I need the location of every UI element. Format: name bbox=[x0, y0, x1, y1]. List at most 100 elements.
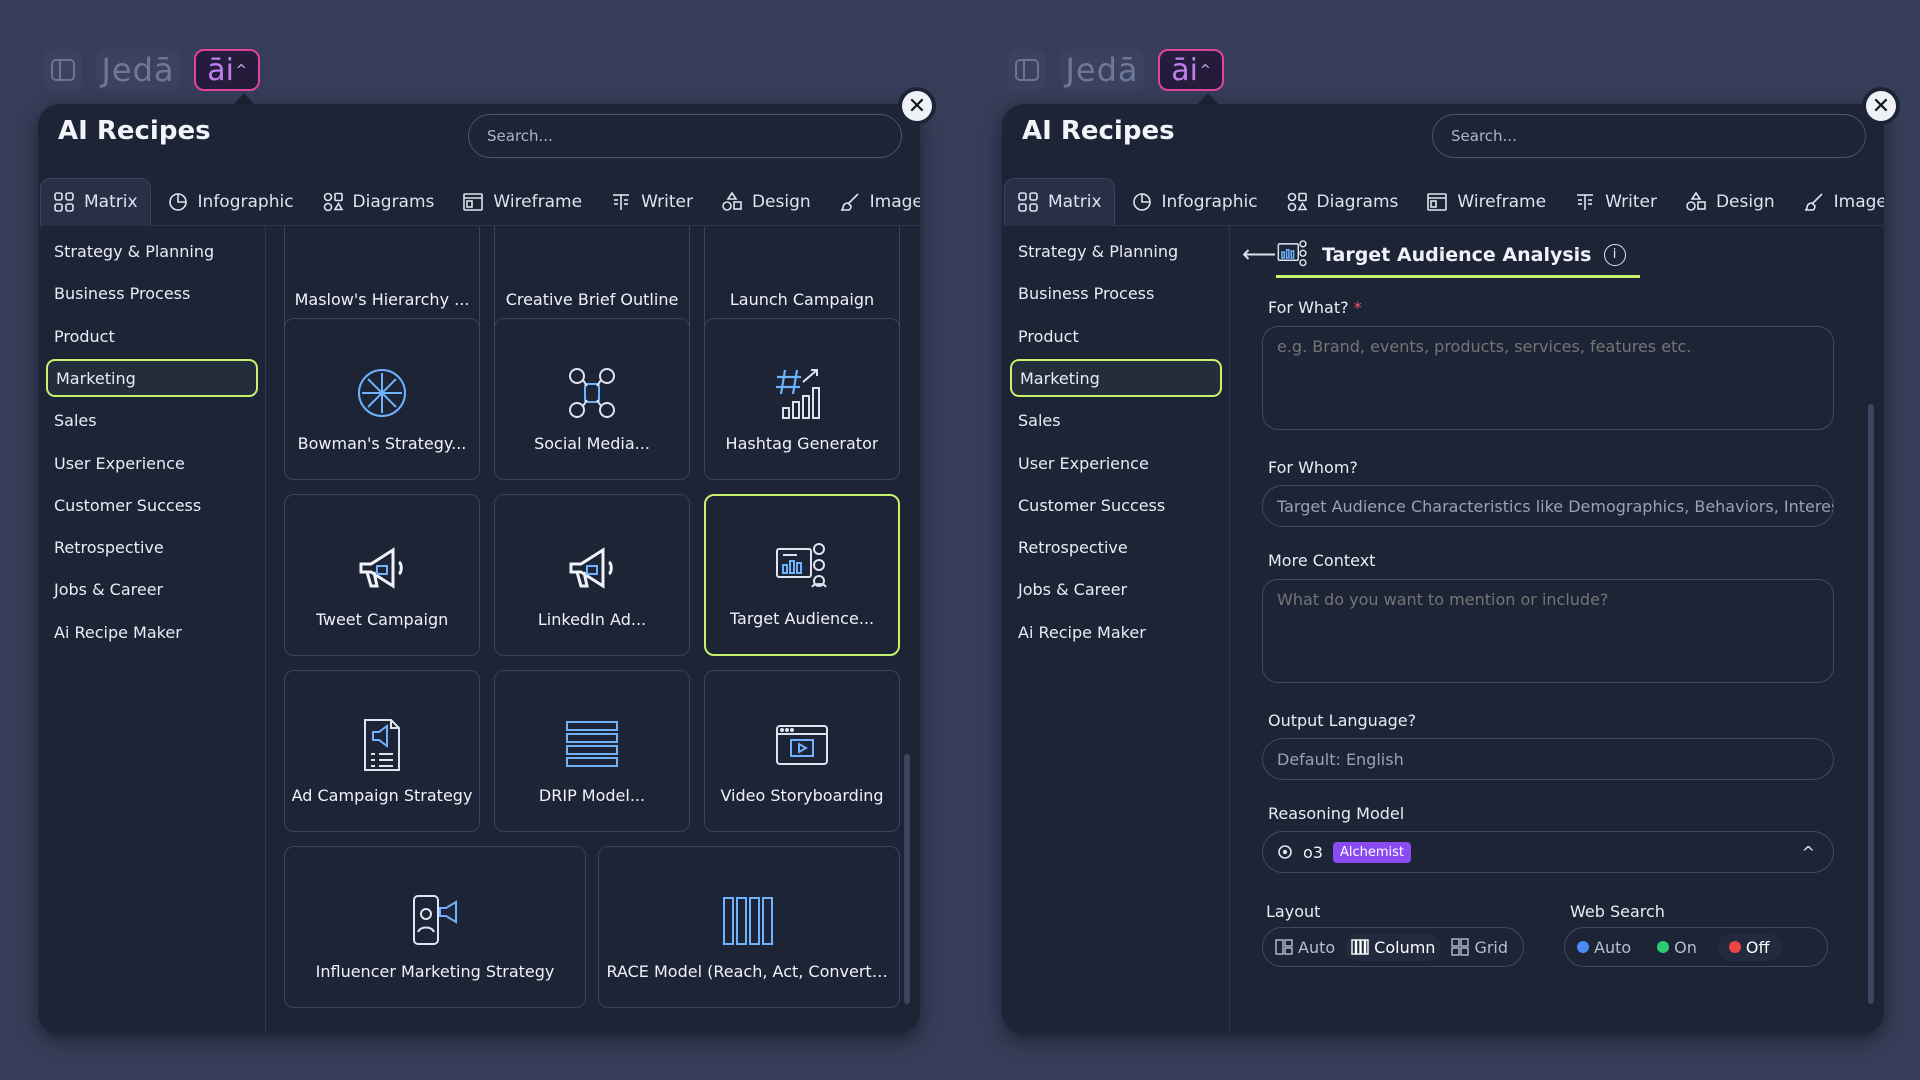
scrollbar[interactable] bbox=[1868, 404, 1874, 1004]
jeda-logo[interactable]: Jedā bbox=[96, 49, 180, 91]
popover-pointer bbox=[1198, 93, 1218, 104]
sidebar-item-strategy-planning[interactable]: Strategy & Planning bbox=[46, 232, 258, 270]
web-search-option-on[interactable]: On bbox=[1651, 934, 1703, 961]
tab-wireframe[interactable]: Wireframe bbox=[1414, 178, 1558, 226]
for-what-field[interactable] bbox=[1262, 326, 1834, 430]
sidebar-item-ai-recipe-maker[interactable]: Ai Recipe Maker bbox=[1010, 613, 1222, 651]
recipe-card[interactable]: Bowman's Strategy... bbox=[284, 318, 480, 480]
category-tabs: Matrix Infographic Diagrams Wireframe Wr… bbox=[40, 177, 920, 226]
option-label: Off bbox=[1745, 937, 1770, 957]
wireframe-icon bbox=[463, 192, 484, 211]
close-icon[interactable]: ✕ bbox=[902, 91, 932, 121]
sidebar-item-product[interactable]: Product bbox=[46, 317, 258, 355]
back-arrow-icon[interactable]: ⟵ bbox=[1242, 240, 1276, 268]
scrollbar[interactable] bbox=[904, 754, 910, 1004]
recipe-label: Ad Campaign Strategy bbox=[291, 786, 473, 805]
recipe-label: Launch Campaign bbox=[729, 290, 875, 309]
tab-matrix[interactable]: Matrix bbox=[1004, 177, 1115, 226]
recipe-label: Influencer Marketing Strategy bbox=[315, 962, 555, 981]
audience-chart-icon bbox=[1277, 239, 1307, 266]
sidebar-toggle-icon[interactable] bbox=[1008, 49, 1046, 91]
tab-image[interactable]: Image bbox=[827, 178, 920, 226]
sidebar-item-retrospective[interactable]: Retrospective bbox=[1010, 528, 1222, 566]
recipe-card[interactable]: LinkedIn Ad... bbox=[494, 494, 690, 656]
reasoning-model-select[interactable]: o3 Alchemist ^ bbox=[1262, 831, 1834, 873]
recipe-card[interactable]: RACE Model (Reach, Act, Convert,... bbox=[598, 846, 900, 1008]
tab-design[interactable]: Design bbox=[709, 178, 823, 226]
sidebar-item-customer-success[interactable]: Customer Success bbox=[46, 486, 258, 524]
recipe-label: LinkedIn Ad... bbox=[537, 610, 647, 629]
tab-diagrams[interactable]: Diagrams bbox=[1274, 178, 1411, 226]
layout-option-auto[interactable]: Auto bbox=[1269, 934, 1341, 961]
recipe-card[interactable]: Hashtag Generator bbox=[704, 318, 900, 480]
ai-recipes-panel-right: AI Recipes Matrix Infographic Diagrams W… bbox=[1002, 104, 1884, 1034]
tab-matrix[interactable]: Matrix bbox=[40, 177, 151, 226]
ai-menu-button[interactable]: āi ^ bbox=[194, 49, 260, 91]
sidebar-item-sales[interactable]: Sales bbox=[46, 401, 258, 439]
audience-chart-icon bbox=[776, 543, 827, 588]
tab-label: Infographic bbox=[1161, 191, 1258, 212]
tab-infographic[interactable]: Infographic bbox=[1119, 178, 1270, 226]
info-icon[interactable]: i bbox=[1603, 243, 1626, 266]
recipe-card[interactable]: Ad Campaign Strategy bbox=[284, 670, 480, 832]
jeda-logo[interactable]: Jedā bbox=[1060, 49, 1144, 91]
recipe-card[interactable]: Tweet Campaign bbox=[284, 494, 480, 656]
columns-icon bbox=[723, 897, 773, 945]
search-input[interactable] bbox=[468, 114, 902, 158]
category-sidebar: Strategy & Planning Business Process Pro… bbox=[1002, 226, 1230, 1034]
grid-icon bbox=[1018, 192, 1038, 212]
design-shapes-icon bbox=[722, 191, 742, 211]
sidebar-item-user-experience[interactable]: User Experience bbox=[1010, 444, 1222, 482]
sidebar-item-sales[interactable]: Sales bbox=[1010, 401, 1222, 439]
recipe-card[interactable]: DRIP Model... bbox=[494, 670, 690, 832]
tab-label: Infographic bbox=[197, 191, 294, 212]
recipe-card[interactable]: Video Storyboarding bbox=[704, 670, 900, 832]
ai-menu-button[interactable]: āi ^ bbox=[1158, 49, 1224, 91]
web-search-option-auto[interactable]: Auto bbox=[1571, 934, 1637, 961]
panel-title: AI Recipes bbox=[1022, 116, 1175, 146]
recipe-card-selected[interactable]: Target Audience... bbox=[704, 494, 900, 656]
tab-writer[interactable]: Writer bbox=[598, 178, 705, 226]
option-label: Auto bbox=[1298, 937, 1336, 957]
recipe-card[interactable]: Social Media... bbox=[494, 318, 690, 480]
sidebar-item-jobs-career[interactable]: Jobs & Career bbox=[1010, 570, 1222, 608]
sidebar-item-ai-recipe-maker[interactable]: Ai Recipe Maker bbox=[46, 613, 258, 651]
tab-label: Diagrams bbox=[352, 191, 435, 212]
tab-diagrams[interactable]: Diagrams bbox=[310, 178, 447, 226]
tab-infographic[interactable]: Infographic bbox=[155, 178, 306, 226]
search-input[interactable] bbox=[1432, 114, 1866, 158]
sidebar-item-marketing[interactable]: Marketing bbox=[46, 359, 258, 397]
sidebar-item-business-process[interactable]: Business Process bbox=[46, 274, 258, 312]
tab-label: Design bbox=[751, 191, 811, 212]
sidebar-item-product[interactable]: Product bbox=[1010, 317, 1222, 355]
tab-image[interactable]: Image bbox=[1791, 178, 1884, 226]
sidebar-toggle-icon[interactable] bbox=[44, 49, 82, 91]
ai-label: āi bbox=[207, 52, 234, 88]
sidebar-item-strategy-planning[interactable]: Strategy & Planning bbox=[1010, 232, 1222, 270]
right-toolbar: Jedā āi ^ bbox=[1008, 48, 1224, 92]
recipe-label: Tweet Campaign bbox=[315, 610, 449, 629]
tab-label: Image bbox=[869, 191, 920, 212]
influencer-icon bbox=[413, 895, 457, 945]
sidebar-item-retrospective[interactable]: Retrospective bbox=[46, 528, 258, 566]
category-sidebar: Strategy & Planning Business Process Pro… bbox=[38, 226, 266, 1034]
sidebar-item-business-process[interactable]: Business Process bbox=[1010, 274, 1222, 312]
output-language-field[interactable]: Default: English bbox=[1262, 738, 1834, 780]
model-name: o3 bbox=[1303, 842, 1323, 862]
close-icon[interactable]: ✕ bbox=[1866, 91, 1896, 121]
sidebar-item-user-experience[interactable]: User Experience bbox=[46, 444, 258, 482]
more-context-field[interactable] bbox=[1262, 579, 1834, 683]
tab-writer[interactable]: Writer bbox=[1562, 178, 1669, 226]
checklist-icon bbox=[364, 719, 400, 771]
sidebar-item-marketing[interactable]: Marketing bbox=[1010, 359, 1222, 397]
recipe-card[interactable]: Influencer Marketing Strategy bbox=[284, 846, 586, 1008]
tab-label: Diagrams bbox=[1316, 191, 1399, 212]
for-whom-field[interactable]: Target Audience Characteristics like Dem… bbox=[1262, 485, 1834, 527]
sidebar-item-jobs-career[interactable]: Jobs & Career bbox=[46, 570, 258, 608]
tab-wireframe[interactable]: Wireframe bbox=[450, 178, 594, 226]
web-search-option-off[interactable]: Off bbox=[1716, 933, 1782, 961]
layout-option-column[interactable]: Column bbox=[1345, 933, 1442, 961]
sidebar-item-customer-success[interactable]: Customer Success bbox=[1010, 486, 1222, 524]
layout-option-grid[interactable]: Grid bbox=[1445, 934, 1514, 961]
tab-design[interactable]: Design bbox=[1673, 178, 1787, 226]
